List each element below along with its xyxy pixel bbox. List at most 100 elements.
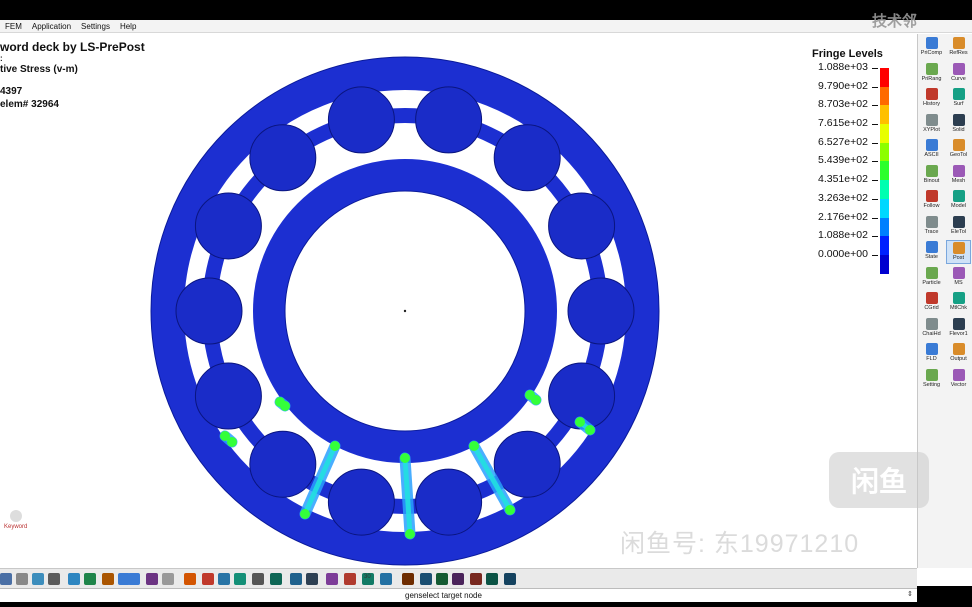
toolbar-button-chaihd[interactable]: ChaiHd [919,317,944,341]
command-line[interactable]: genselect target node ⇕ [0,588,917,602]
toolbar-button-label: Setting [922,381,941,388]
toolbar-button-vector[interactable]: Vector [946,368,971,392]
toolbar-button-label: XYPlot [923,126,940,133]
bottom-tool-icon[interactable] [470,573,482,585]
bottom-tool-icon[interactable] [306,573,318,585]
stress-ball-far-left-hot-b [227,437,237,447]
toolbar-button-solid[interactable]: Solid [946,113,971,137]
bottom-tool-icon[interactable] [84,573,96,585]
legend-tick [872,254,878,256]
stress-ball-right-hot-b [505,505,515,515]
toolbar-button-label: Surf [953,101,964,107]
fringe-legend: Fringe Levels 1.088e+03 9.790e+02 8.703e+0… [808,48,908,274]
toolbar-button-label: Trace [924,228,939,235]
bottom-tool-icon[interactable] [32,573,44,585]
bottom-tool-icon[interactable] [146,573,158,585]
command-scroll-icon[interactable]: ⇕ [907,590,913,598]
bottom-tool-icon[interactable] [344,573,356,585]
bottom-tool-icon[interactable] [48,573,60,585]
bottom-tool-icon[interactable] [234,573,246,585]
toolbar-button-binout[interactable]: Binout [919,164,944,188]
ball [194,192,262,260]
stress-ball-left-hot-a [330,441,340,451]
ball [194,362,262,430]
history-icon [925,88,938,100]
legend-value: 4.351e+02 [818,173,868,186]
bottom-tool-icon[interactable] [218,573,230,585]
toolbar-button-flevor1[interactable]: Flevor1 [946,317,971,341]
toolbar-button-eletol[interactable]: EleTol [946,215,971,239]
toolbar-button-pricomp[interactable]: PriComp [919,36,944,60]
toolbar-button-post[interactable]: Post [946,240,971,264]
menu-settings[interactable]: Settings [76,22,115,31]
bottom-tool-icon[interactable] [290,573,302,585]
toolbar-button-ms[interactable]: MS [946,266,971,290]
keyword-button[interactable]: Keyword [4,510,27,530]
toolbar-button-label: PriComp [920,50,943,56]
ball [175,277,243,345]
toolbar-button-model[interactable]: Model [946,189,971,213]
bottom-tool-icon[interactable] [486,573,498,585]
keyword-icon [9,510,22,522]
toolbar-button-cgrid[interactable]: CGrid [919,291,944,315]
toolbar-button-surf[interactable]: Surf [946,87,971,111]
toolbar-button-fld[interactable]: FLD [919,342,944,366]
bottom-tool-icon[interactable] [68,573,80,585]
toolbar-button-curve[interactable]: Curve [946,62,971,86]
legend-tick [872,68,878,69]
toolbar-button-label: MtlChk [949,305,968,311]
graphics-viewport[interactable]: word deck by LS-PrePost : tive Stress (v… [0,34,917,568]
ball [493,124,561,192]
bottom-tool-icon[interactable] [128,573,140,585]
toolbar-button-trace[interactable]: Trace [919,215,944,239]
bottom-tool-icon[interactable] [436,573,448,585]
toolbar-button-particle[interactable]: Particle [919,266,944,290]
bottom-tool-icon[interactable] [16,573,28,585]
toolbar-button-prirang[interactable]: PriRang [919,62,944,86]
legend-level: 0.000e+00 [808,248,908,274]
bottom-tool-icon[interactable] [162,573,174,585]
ball [493,430,561,498]
bottom-tool-icon[interactable] [326,573,338,585]
bottom-tool-icon[interactable] [504,573,516,585]
toolbar-button-mtlchk[interactable]: MtlChk [946,291,971,315]
toolbar-button-xyplot[interactable]: XYPlot [919,113,944,137]
ball [415,468,483,536]
toolbar-button-state[interactable]: State [919,240,944,264]
menu-fem[interactable]: FEM [0,22,27,31]
toolbar-button-label: Mesh [951,177,966,184]
legend-swatch [880,161,889,181]
toolbar-button-setting[interactable]: Setting [919,368,944,392]
bottom-tool-icon[interactable] [252,573,264,585]
ball [567,277,635,345]
curve-icon [952,62,965,75]
bottom-tool-icon[interactable] [102,573,114,585]
toolbar-button-refres[interactable]: RefRes [946,36,971,60]
toolbar-button-geotol[interactable]: GeoTol [946,138,971,162]
menu-application[interactable]: Application [27,22,76,31]
legend-value: 7.615e+02 [818,117,868,130]
toolbar-button-mesh[interactable]: Mesh [946,164,971,188]
toolbar-button-output[interactable]: Output [946,342,971,366]
legend-swatch [880,180,889,199]
bottom-tool-icon[interactable] [184,573,196,585]
stress-ball-far-right-hot-a [575,417,585,427]
range-icon [925,62,938,75]
bottom-tool-icon[interactable] [270,573,282,585]
toolbar-button-follow[interactable]: Follow [919,189,944,213]
eletol-icon [952,215,965,228]
toolbar-button-ascii[interactable]: ASCII [919,138,944,162]
legend-swatch [880,86,889,106]
bottom-tool-icon[interactable] [380,573,392,585]
legend-tick [872,217,878,219]
bottom-tool-icon[interactable] [0,573,12,585]
stress-ball-far-right-hot-b [585,425,595,435]
ball [548,192,616,260]
toolbar-button-history[interactable]: History [919,87,944,111]
post-icon [952,242,965,254]
bottom-tool-icon[interactable] [420,573,432,585]
bottom-tool-icon[interactable] [452,573,464,585]
bottom-tool-icon[interactable] [402,573,414,585]
bottom-tool-icon[interactable] [202,573,214,585]
menu-help[interactable]: Help [115,22,141,31]
